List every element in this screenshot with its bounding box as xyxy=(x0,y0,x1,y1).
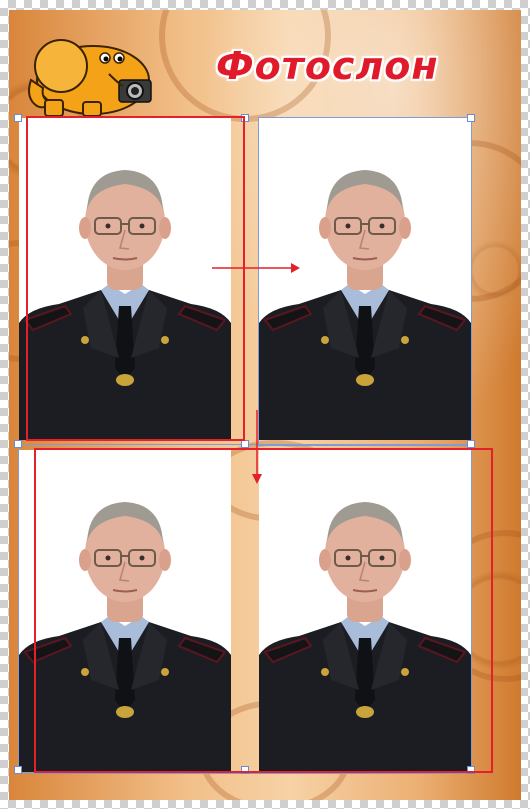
layout-canvas: Фотослон xyxy=(9,10,521,800)
annotation-arrows xyxy=(212,263,300,484)
arrow-down-icon xyxy=(252,410,262,484)
arrow-right-icon xyxy=(212,263,300,273)
